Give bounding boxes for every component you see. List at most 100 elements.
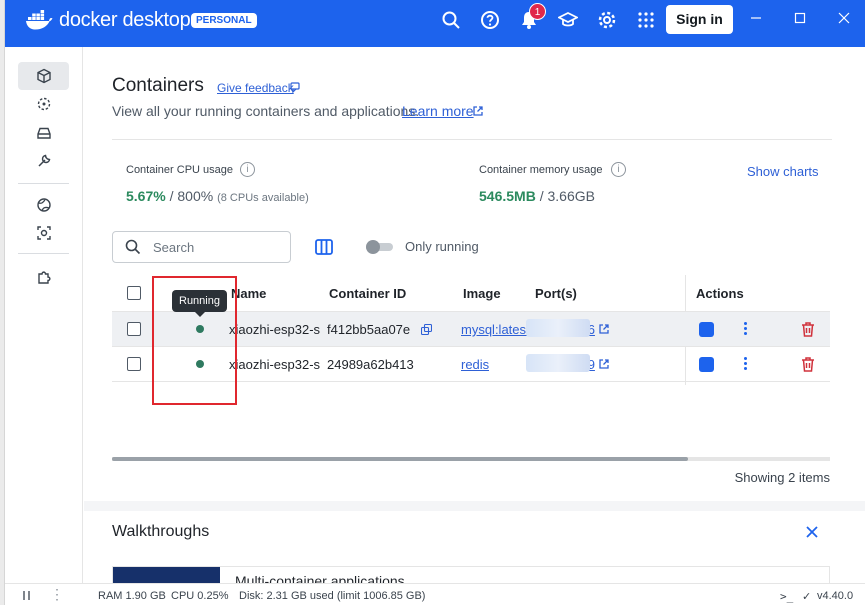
memory-total: / 3.66GB [539,188,595,204]
cpu-usage-total: / 800% [169,188,214,204]
learning-center-icon[interactable] [558,10,578,30]
port-redaction [526,319,590,337]
extensions-puzzle-icon [37,271,51,284]
disk-usage: Disk: 2.31 GB used (limit 1006.85 GB) [239,590,426,602]
stop-button[interactable] [699,322,714,337]
engine-status-icon[interactable] [21,590,33,601]
sidebar-divider [18,253,69,254]
container-name[interactable]: xiaozhi-esp32-s [229,322,321,337]
column-header-ports[interactable]: Port(s) [535,286,577,301]
images-icon [37,97,50,111]
column-header-actions: Actions [696,286,744,301]
maximize-icon[interactable] [792,10,808,26]
annotation-highlight-box [152,276,237,405]
minimize-icon[interactable] [748,10,764,26]
cpu-usage-percent: 5.67% [126,188,166,204]
memory-usage-label: Container memory usage [479,164,603,176]
close-icon[interactable] [805,525,819,539]
learn-more-link[interactable]: Learn more [402,103,474,119]
delete-trash-icon[interactable] [800,356,816,373]
feedback-icon [290,82,300,93]
column-header-container-id[interactable]: Container ID [329,286,406,301]
sign-in-button[interactable]: Sign in [666,5,733,34]
image-link[interactable]: redis [461,357,489,372]
items-count: Showing 2 items [734,470,830,485]
brand-name: docker desktop [59,9,191,31]
walkthrough-card-title: Multi-container applications [235,573,405,583]
sidebar-item-volumes[interactable] [18,119,69,147]
scrollbar-thumb[interactable] [112,457,688,461]
only-running-toggle[interactable] [366,240,393,254]
status-bar: ⋮ RAM 1.90 GB CPU 0.25% Disk: 2.31 GB us… [5,583,865,605]
memory-used: 546.5MB [479,188,536,204]
toggle-knob [366,240,380,254]
sidebar [5,47,83,583]
external-link-icon [473,106,483,116]
terminal-icon[interactable]: >_ [780,590,793,603]
sidebar-divider [18,183,69,184]
memory-usage-value: 546.5MB / 3.66GB [479,188,595,204]
image-link[interactable]: mysql:latest [461,322,533,337]
more-actions-icon[interactable] [744,357,748,372]
walkthrough-thumbnail [113,567,220,583]
row-checkbox[interactable] [127,322,141,336]
close-window-icon[interactable] [836,10,852,26]
search-placeholder: Search [153,240,195,255]
sidebar-item-docker-scout[interactable] [18,219,69,247]
update-check-icon: ✓ [802,591,812,603]
help-icon[interactable] [480,10,500,30]
port-redaction [526,354,590,372]
page-title: Containers [112,75,204,96]
usage-stats: Container CPU usage i 5.67% / 800% (8 CP… [112,139,832,224]
footer-more-icon[interactable]: ⋮ [50,586,64,603]
containers-icon [36,68,51,84]
container-id: 24989a62b413 [327,357,414,372]
walkthroughs-title: Walkthroughs [112,523,210,540]
sidebar-item-images[interactable] [18,90,69,118]
docker-logo-icon [26,10,53,30]
notifications-count-badge: 1 [529,3,546,20]
external-link-icon[interactable] [598,323,610,335]
cpu-info-icon[interactable]: i [240,162,255,177]
external-link-icon[interactable] [598,358,610,370]
give-feedback-link[interactable]: Give feedback [217,81,294,95]
sidebar-item-docker-hub[interactable] [18,191,69,219]
column-header-image[interactable]: Image [463,286,501,301]
select-all-checkbox[interactable] [127,286,141,300]
volumes-icon [36,127,51,139]
columns-toggle-icon[interactable] [314,237,334,257]
walkthrough-card[interactable]: Multi-container applications [112,566,830,583]
show-charts-link[interactable]: Show charts [747,164,819,179]
cpu-count-note: (8 CPUs available) [217,192,309,204]
section-divider [84,501,865,511]
docker-scout-icon [36,226,51,240]
docker-hub-icon [36,198,51,212]
delete-trash-icon[interactable] [800,321,816,338]
row-checkbox[interactable] [127,357,141,371]
settings-gear-icon[interactable] [597,10,617,30]
ram-usage: RAM 1.90 GB [98,590,166,602]
builds-wrench-icon [37,154,50,167]
sidebar-item-containers[interactable] [18,62,69,90]
extensions-grid-icon[interactable] [636,10,656,30]
main-content: Containers Give feedback View all your r… [84,47,865,583]
sidebar-item-extensions[interactable] [18,263,69,291]
search-icon[interactable] [441,10,461,30]
search-icon [125,239,141,255]
plan-badge: PERSONAL [191,13,257,28]
version-label: v4.40.0 [817,590,854,602]
sidebar-item-builds[interactable] [18,147,69,175]
cpu-usage: CPU 0.25% [171,590,229,602]
search-input[interactable]: Search [112,231,291,263]
more-actions-icon[interactable] [744,322,748,337]
only-running-label: Only running [405,239,479,254]
container-name[interactable]: xiaozhi-esp32-s [229,357,321,372]
copy-icon[interactable] [421,324,432,335]
page-subtitle: View all your running containers and app… [112,103,420,119]
stop-button[interactable] [699,357,714,372]
cpu-usage-value: 5.67% / 800% (8 CPUs available) [126,188,309,204]
cpu-usage-label: Container CPU usage [126,164,234,176]
memory-info-icon[interactable]: i [611,162,626,177]
container-id: f412bb5aa07e [327,322,411,337]
title-bar: docker desktop PERSONAL 1 Sign in [5,0,865,47]
